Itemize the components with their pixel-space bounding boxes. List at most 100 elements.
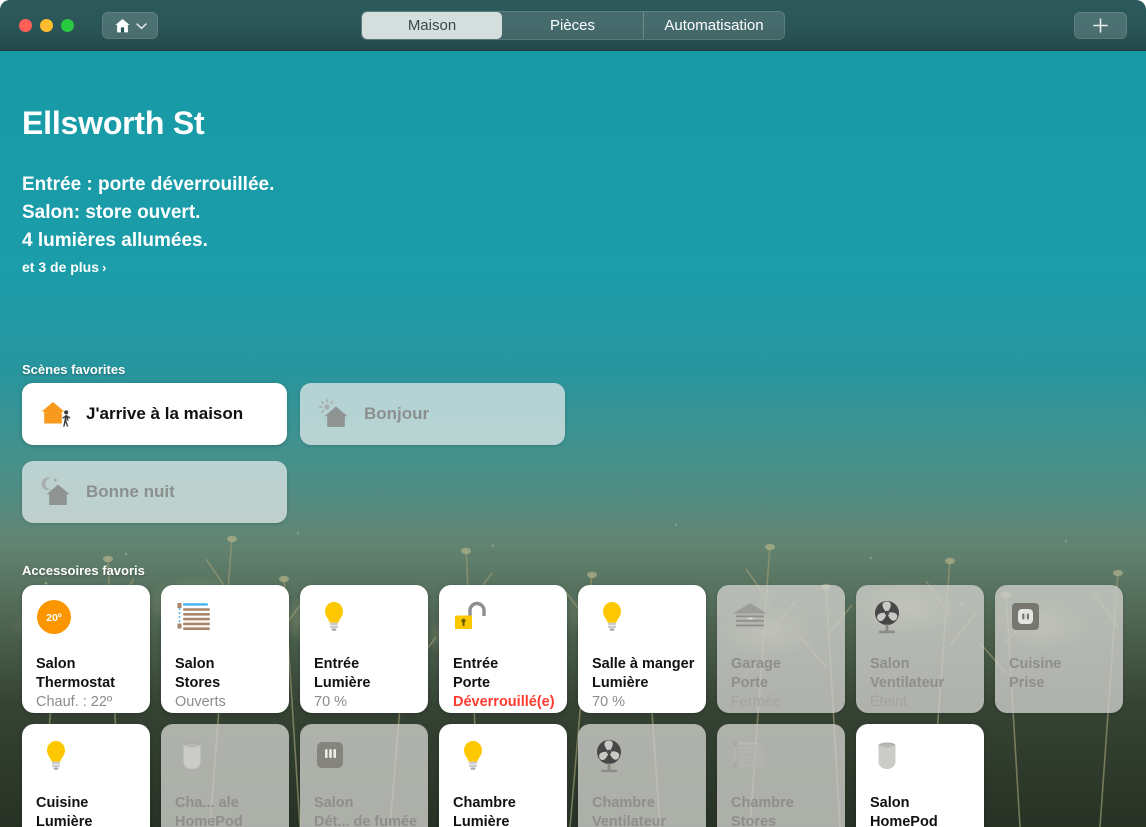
chevron-right-icon: › [102,261,106,274]
home-app-window: Maison Pièces Automatisation Ellsworth S… [0,0,1146,827]
accessory-card-chambre-ventilateur[interactable]: Chambre Ventilateur [578,724,706,827]
home-status-summary: Entrée : porte déverrouillée. Salon: sto… [22,171,274,275]
house-sun-icon [318,397,352,431]
accessory-state: Éteint [870,693,972,712]
accessory-device: Ventilateur [592,813,694,827]
blinds-open-icon [175,599,215,639]
accessory-room: Salon [175,655,277,674]
more-status-link[interactable]: et 3 de plus › [22,259,274,275]
accessory-device: Lumière [36,813,138,827]
accessory-device: Thermostat [36,674,138,693]
accessory-card-salle-a-manger-lumiere[interactable]: Salle à manger Lumière 70 % [578,585,706,713]
lightbulb-icon [592,599,632,639]
accessory-card-entree-porte[interactable]: Entrée Porte Déverrouillé(e) [439,585,567,713]
tab-pieces[interactable]: Pièces [502,12,644,39]
accessory-card-salon-ventilateur[interactable]: Salon Ventilateur Éteint [856,585,984,713]
status-line: Salon: store ouvert. [22,199,274,227]
house-icon [114,18,131,34]
accessory-device: Porte [731,674,833,693]
accessory-room: Salon [314,794,416,813]
accessory-state: 70 % [314,693,416,712]
scene-card-bonjour[interactable]: Bonjour [300,383,565,445]
house-person-icon [40,397,74,431]
accessory-card-chambre-homepod[interactable]: Cha... ale HomePod [161,724,289,827]
accessory-state: Fermée [731,693,833,712]
accessory-device: Stores [731,813,833,827]
accessory-state: Ouverts [175,693,277,712]
accessory-state: 70 % [592,693,694,712]
accessory-device: Lumière [314,674,416,693]
fan-icon [870,599,910,639]
accessory-device: Prise [1009,674,1111,693]
smoke-detector-icon [314,738,354,778]
close-button[interactable] [19,19,32,32]
accessory-room: Garage [731,655,833,674]
accessory-room: Cuisine [1009,655,1111,674]
more-status-label: et 3 de plus [22,259,99,275]
home-selector-button[interactable] [102,12,158,39]
scene-card-bonne-nuit[interactable]: Bonne nuit [22,461,287,523]
accessory-card-chambre-lumiere[interactable]: Chambre Lumière [439,724,567,827]
accessory-room: Salon [870,655,972,674]
accessory-device: Dét... de fumée [314,813,416,827]
homepod-icon [175,738,215,778]
accessory-card-cuisine-prise[interactable]: Cuisine Prise [995,585,1123,713]
status-line: Entrée : porte déverrouillée. [22,171,274,199]
accessory-card-salon-detecteur-fumee[interactable]: Salon Dét... de fumée [300,724,428,827]
scene-label: J'arrive à la maison [86,404,243,424]
lock-open-icon [453,599,493,639]
blinds-closed-icon [731,738,771,778]
scene-label: Bonjour [364,404,429,424]
title-bar: Maison Pièces Automatisation [0,0,1146,51]
accessory-room: Cha... ale [175,794,277,813]
scene-label: Bonne nuit [86,482,175,502]
traffic-lights [19,19,74,32]
tab-maison[interactable]: Maison [362,12,502,39]
accessory-card-salon-homepod[interactable]: Salon HomePod [856,724,984,827]
lightbulb-icon [453,738,493,778]
accessory-card-cuisine-lumiere[interactable]: Cuisine Lumière [22,724,150,827]
fan-icon [592,738,632,778]
accessory-card-entree-lumiere[interactable]: Entrée Lumière 70 % [300,585,428,713]
accessory-device: Ventilateur [870,674,972,693]
accessory-state: Chauf. : 22º [36,693,138,712]
lightbulb-icon [314,599,354,639]
homepod-icon [870,738,910,778]
home-content: Ellsworth St Entrée : porte déverrouillé… [0,51,1146,827]
add-button[interactable] [1074,12,1127,39]
accessory-device: Stores [175,674,277,693]
accessory-room: Salon [870,794,972,813]
accessory-card-salon-stores[interactable]: Salon Stores Ouverts [161,585,289,713]
scenes-section-label: Scènes favorites [22,362,125,377]
accessory-room: Entrée [453,655,555,674]
accessory-card-chambre-stores[interactable]: Chambre Stores [717,724,845,827]
minimize-button[interactable] [40,19,53,32]
outlet-icon [1009,599,1049,639]
accessory-room: Entrée [314,655,416,674]
view-tabs[interactable]: Maison Pièces Automatisation [361,11,785,40]
accessories-section-label: Accessoires favoris [22,563,145,578]
lightbulb-icon [36,738,76,778]
chevron-down-icon [136,22,147,30]
status-line: 4 lumières allumées. [22,227,274,255]
accessory-device: HomePod [175,813,277,827]
accessory-room: Chambre [592,794,694,813]
accessory-device: HomePod [870,813,972,827]
accessory-device: Lumière [592,674,694,693]
accessory-device: Porte [453,674,555,693]
accessory-device: Lumière [453,813,555,827]
plus-icon [1093,18,1108,33]
accessory-room: Chambre [731,794,833,813]
tab-automatisation[interactable]: Automatisation [644,12,784,39]
thermostat-icon: 20º [36,599,76,639]
page-title: Ellsworth St [22,105,205,142]
zoom-button[interactable] [61,19,74,32]
house-moon-icon [40,475,74,509]
accessory-room: Chambre [453,794,555,813]
accessory-room: Salon [36,655,138,674]
scene-card-arrive-home[interactable]: J'arrive à la maison [22,383,287,445]
accessory-card-salon-thermostat[interactable]: 20º Salon Thermostat Chauf. : 22º [22,585,150,713]
garage-icon [731,599,771,639]
accessory-card-garage-porte[interactable]: Garage Porte Fermée [717,585,845,713]
thermostat-temperature: 20º [46,612,62,624]
